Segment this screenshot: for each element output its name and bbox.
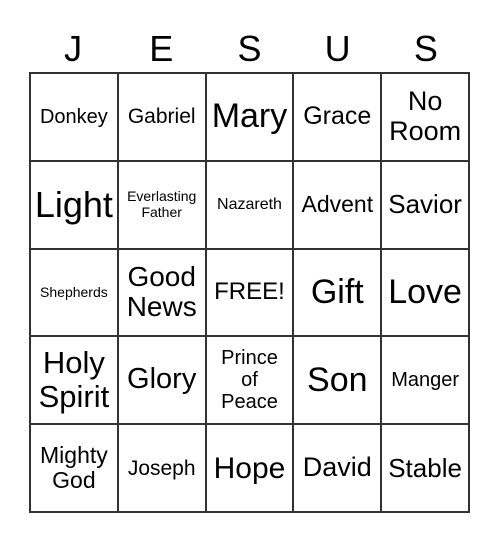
bingo-grid: Donkey Gabriel Mary Grace No Room Light … — [29, 72, 470, 513]
bingo-cell[interactable]: Holy Spirit — [30, 336, 118, 425]
bingo-cell[interactable]: FREE! — [205, 248, 294, 337]
header-letter: U — [324, 28, 351, 69]
header-letter: S — [237, 28, 262, 69]
bingo-cell[interactable]: Joseph — [117, 424, 206, 512]
header-letter: S — [413, 28, 438, 69]
bingo-cell[interactable]: Mighty God — [30, 424, 118, 512]
bingo-cell[interactable]: Manger — [381, 336, 469, 425]
bingo-cell[interactable]: Grace — [293, 73, 382, 161]
bingo-cell[interactable]: Prince of Peace — [205, 336, 294, 425]
bingo-header: J E S U S — [29, 28, 470, 70]
bingo-cell[interactable]: Glory — [117, 336, 206, 425]
bingo-cell[interactable]: Savior — [381, 160, 469, 249]
header-letter: E — [149, 28, 174, 69]
bingo-cell[interactable]: Gabriel — [117, 73, 206, 161]
bingo-cell[interactable]: David — [293, 424, 382, 512]
header-letter: J — [64, 28, 83, 69]
bingo-cell[interactable]: Everlasting Father — [117, 160, 206, 249]
bingo-cell[interactable]: Gift — [293, 248, 382, 337]
bingo-cell[interactable]: No Room — [381, 73, 469, 161]
bingo-cell[interactable]: Hope — [205, 424, 294, 512]
bingo-cell[interactable]: Advent — [293, 160, 382, 249]
bingo-cell[interactable]: Love — [381, 248, 469, 337]
bingo-cell[interactable]: Light — [30, 160, 118, 249]
bingo-cell[interactable]: Son — [293, 336, 382, 425]
bingo-cell[interactable]: Nazareth — [205, 160, 294, 249]
bingo-cell[interactable]: Good News — [117, 248, 206, 337]
bingo-cell[interactable]: Stable — [381, 424, 469, 512]
bingo-cell[interactable]: Mary — [205, 73, 294, 161]
bingo-cell[interactable]: Donkey — [30, 73, 118, 161]
bingo-cell[interactable]: Shepherds — [30, 248, 118, 337]
